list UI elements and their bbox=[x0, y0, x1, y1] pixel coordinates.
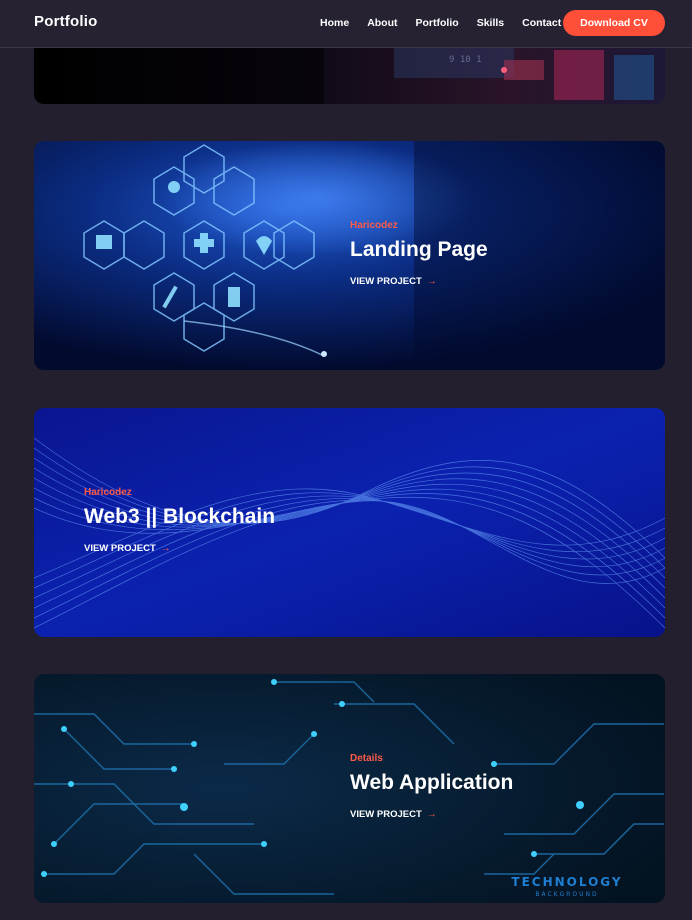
view-project-label: VIEW PROJECT bbox=[350, 276, 422, 287]
project-card-landing-page[interactable]: Haricodez Landing Page VIEW PROJECT → bbox=[34, 141, 665, 370]
background-art-text: BACKGROUND bbox=[535, 891, 598, 898]
project-title: Web Application bbox=[350, 771, 514, 794]
arrow-right-icon: → bbox=[426, 809, 437, 820]
view-project-label: VIEW PROJECT bbox=[350, 809, 422, 820]
download-cv-button[interactable]: Download CV bbox=[563, 10, 665, 36]
nav-link-skills[interactable]: Skills bbox=[477, 17, 504, 29]
nav-links: Home About Portfolio Skills Contact bbox=[320, 17, 579, 29]
view-project-link[interactable]: VIEW PROJECT → bbox=[84, 543, 171, 554]
nav-link-about[interactable]: About bbox=[367, 17, 397, 29]
view-project-label: VIEW PROJECT bbox=[84, 543, 156, 554]
arrow-right-icon: → bbox=[426, 276, 437, 287]
navbar: Portfolio Home About Portfolio Skills Co… bbox=[0, 0, 692, 48]
project-card-web3[interactable]: Haricodez Web3 || Blockchain VIEW PROJEC… bbox=[34, 408, 665, 637]
project-tag: Haricodez bbox=[350, 220, 398, 231]
view-project-link[interactable]: VIEW PROJECT → bbox=[350, 276, 437, 287]
brand-logo[interactable]: Portfolio bbox=[34, 13, 97, 30]
project-tag: Details bbox=[350, 753, 383, 764]
project-title: Landing Page bbox=[350, 238, 488, 261]
nav-link-home[interactable]: Home bbox=[320, 17, 349, 29]
technology-art-text: TECHNOLOGY bbox=[511, 875, 622, 889]
project-card-partial[interactable]: 9 10 1 bbox=[34, 40, 665, 104]
project-card-web-application[interactable]: TECHNOLOGY BACKGROUND Details Web Applic… bbox=[34, 674, 665, 903]
decorative-code-text: 9 10 1 bbox=[449, 55, 482, 65]
project-image-partial: 9 10 1 bbox=[34, 40, 665, 104]
view-project-link[interactable]: VIEW PROJECT → bbox=[350, 809, 437, 820]
project-title: Web3 || Blockchain bbox=[84, 505, 276, 528]
nav-link-portfolio[interactable]: Portfolio bbox=[416, 17, 459, 29]
project-tag: Haricodez bbox=[84, 487, 132, 498]
arrow-right-icon: → bbox=[160, 543, 171, 554]
nav-link-contact[interactable]: Contact bbox=[522, 17, 561, 29]
